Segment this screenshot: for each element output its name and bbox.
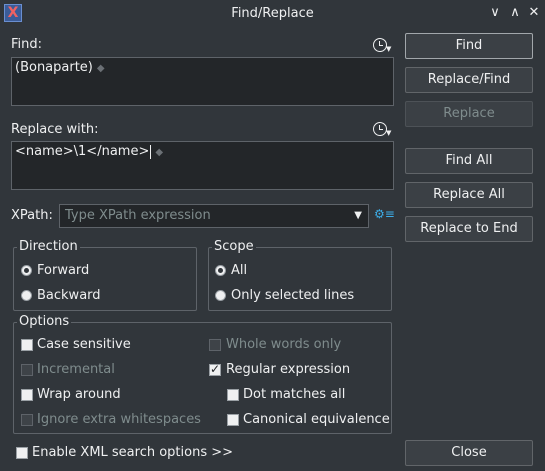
paragraph-mark-icon: ◆ xyxy=(155,147,164,158)
incremental-label: Incremental xyxy=(37,362,115,377)
case-sensitive-label: Case sensitive xyxy=(37,337,131,352)
ignore-whitespace-label: Ignore extra whitespaces xyxy=(37,412,201,427)
forward-radio[interactable] xyxy=(21,265,32,276)
replace-label: Replace with: xyxy=(11,122,99,137)
regex-label: Regular expression xyxy=(226,362,351,377)
xpath-label: XPath: xyxy=(11,208,53,223)
forward-label: Forward xyxy=(37,263,90,278)
minimize-icon[interactable]: ∨ xyxy=(486,4,504,22)
find-label: Find: xyxy=(11,37,43,52)
dot-all-checkbox[interactable] xyxy=(227,389,239,401)
window-title: Find/Replace xyxy=(231,6,314,21)
gear-icon[interactable]: ⚙≡ xyxy=(374,207,395,221)
close-icon[interactable]: ✕ xyxy=(525,4,543,22)
replace-to-end-button[interactable]: Replace to End xyxy=(405,216,533,242)
replace-history-chevron-down-icon[interactable]: ▼ xyxy=(386,129,391,137)
xpath-combo[interactable]: Type XPath expression ▼ xyxy=(59,204,369,228)
find-all-button[interactable]: Find All xyxy=(405,148,533,174)
whole-words-label: Whole words only xyxy=(226,337,342,352)
scope-selected-label: Only selected lines xyxy=(231,288,355,303)
whole-words-checkbox xyxy=(209,339,221,351)
wrap-around-label: Wrap around xyxy=(37,387,121,402)
close-button[interactable]: Close xyxy=(405,440,533,466)
wrap-around-checkbox[interactable] xyxy=(21,389,33,401)
xml-options-label: Enable XML search options >> xyxy=(32,445,234,460)
find-button[interactable]: Find xyxy=(405,33,533,59)
replace-find-button[interactable]: Replace/Find xyxy=(405,67,533,93)
replace-all-button[interactable]: Replace All xyxy=(405,182,533,208)
canonical-checkbox[interactable] xyxy=(227,414,239,426)
chevron-down-icon[interactable]: ▼ xyxy=(354,210,362,221)
title-bar: X Find/Replace ∨ ∧ ✕ xyxy=(0,0,545,28)
xpath-placeholder: Type XPath expression xyxy=(65,208,211,223)
find-input-value: (Bonaparte) xyxy=(15,60,93,75)
direction-title: Direction xyxy=(17,239,80,254)
scope-selected-radio[interactable] xyxy=(215,290,226,301)
backward-radio[interactable] xyxy=(21,290,32,301)
dot-all-label: Dot matches all xyxy=(243,387,346,402)
incremental-checkbox xyxy=(21,364,33,376)
find-history-chevron-down-icon[interactable]: ▼ xyxy=(386,45,391,53)
replace-button: Replace xyxy=(405,101,533,127)
backward-label: Backward xyxy=(37,288,101,303)
canonical-label: Canonical equivalence xyxy=(243,412,390,427)
replace-input[interactable]: <name>\1</name> ◆ xyxy=(11,141,394,190)
text-caret xyxy=(150,144,152,159)
ignore-whitespace-checkbox xyxy=(21,414,33,426)
options-title: Options xyxy=(17,314,72,329)
scope-title: Scope xyxy=(212,239,256,254)
find-input[interactable]: (Bonaparte) ◆ xyxy=(11,57,394,106)
scope-all-label: All xyxy=(231,263,248,278)
paragraph-mark-icon: ◆ xyxy=(96,63,105,74)
maximize-icon[interactable]: ∧ xyxy=(506,4,524,22)
case-sensitive-checkbox[interactable] xyxy=(21,339,33,351)
find-history-icon[interactable] xyxy=(373,38,387,52)
xml-options-checkbox[interactable] xyxy=(16,447,28,459)
replace-input-value: <name>\1</name> xyxy=(15,144,150,159)
replace-history-icon[interactable] xyxy=(373,122,387,136)
scope-all-radio[interactable] xyxy=(215,265,226,276)
regex-checkbox[interactable] xyxy=(209,362,221,376)
